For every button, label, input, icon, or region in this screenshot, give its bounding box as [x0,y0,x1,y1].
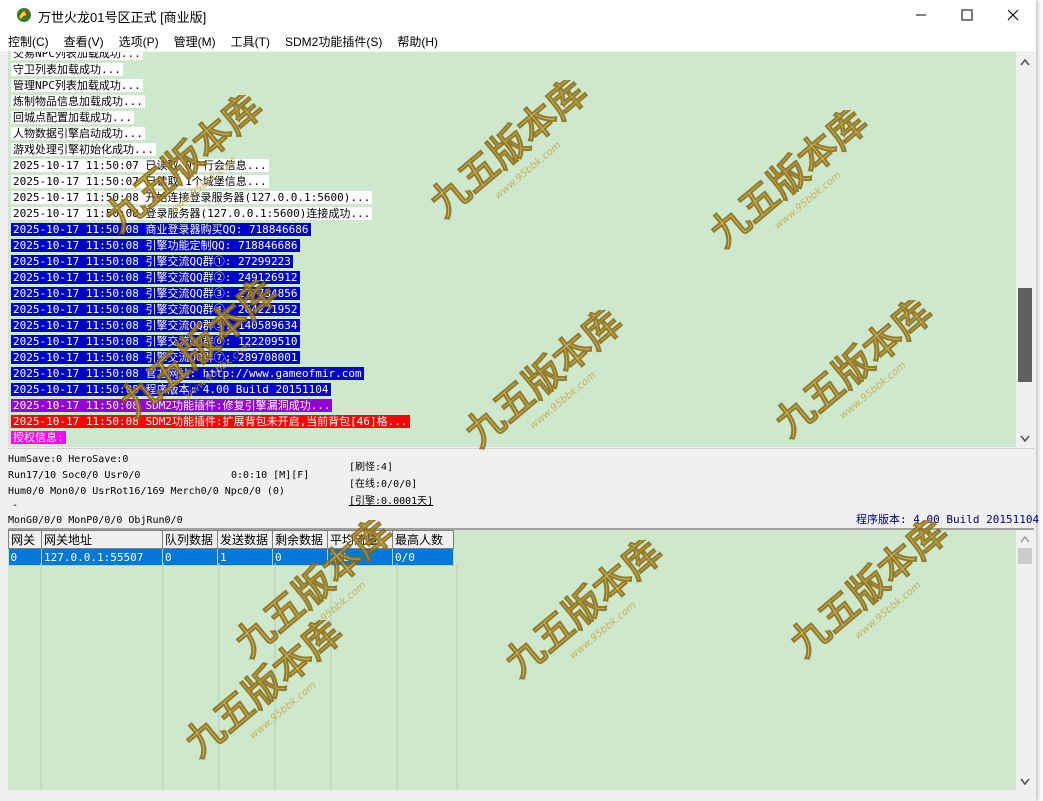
menu-options[interactable]: 选项(P) [111,30,166,51]
status-refresh: [刷怪:4] [349,462,394,473]
menu-view[interactable]: 查看(V) [56,30,111,51]
watermark-logo: 九五版本库 www.95bbk.com [170,609,370,775]
col-gate[interactable]: 网关 [8,530,42,549]
svg-text:九五版本库: 九五版本库 [177,620,351,765]
watermark-logo: 九五版本库 www.95bbk.com [105,269,305,435]
scroll-up-icon[interactable] [1020,58,1030,66]
title-bar: 万世火龙01号区正式 [商业版] [0,0,1036,30]
window-title: 万世火龙01号区正式 [商业版] [38,10,207,25]
watermark-logo: 九五版本库 www.95bbk.com [490,529,690,695]
menu-tools[interactable]: 工具(T) [223,30,277,51]
svg-text:九五版本库: 九五版本库 [782,520,956,665]
status-mon-counters: MonG0/0/0 MonP0/0/0 ObjRun0/0 [8,515,183,526]
log-scrollbar[interactable] [1016,52,1034,447]
minimize-icon [916,14,926,16]
watermark-logo: 九五版本库 www.95bbk.com [760,289,960,455]
status-timer: 0:0:10 [M][F] [231,470,310,481]
svg-text:九五版本库: 九五版本库 [497,540,671,685]
grid-scroll-thumb[interactable] [1018,548,1032,564]
log-line: 交易NPC列表加载成功... [11,52,410,62]
menu-sdm2-plugin[interactable]: SDM2功能插件(S) [277,30,389,51]
watermark-logo: 九五版本库 www.95bbk.com [450,299,650,465]
watermark-logo: 九五版本库 www.95bbk.com [695,99,895,265]
maximize-button[interactable] [944,0,990,30]
bottom-bar [8,790,1034,801]
svg-text:九五版本库: 九五版本库 [767,300,941,445]
log-line-text: 交易NPC列表加载成功... [11,52,143,60]
status-save-counters: HumSave:0 HeroSave:0 [8,454,129,465]
log-line-text: 管理NPC列表加载成功... [11,79,143,92]
watermark-logo: 九五版本库 www.95bbk.com [415,69,615,235]
status-run-counters: Run17/10 Soc0/0 Usr0/0 [8,470,141,481]
minimize-button[interactable] [898,0,944,30]
server-window: 万世火龙01号区正式 [商业版] 控制(C) 查看(V) 选项(P) 管理(M)… [0,0,1039,801]
col-gate-address[interactable]: 网关地址 [41,530,163,549]
scroll-down-icon[interactable] [1020,435,1030,443]
svg-text:九五版本库: 九五版本库 [112,280,286,425]
log-line-text: 授权信息: [11,431,66,444]
log-scroll-thumb[interactable] [1018,288,1032,382]
menu-control[interactable]: 控制(C) [0,30,56,51]
scroll-down-icon[interactable] [1020,778,1030,786]
svg-text:九五版本库: 九五版本库 [97,95,271,240]
status-hum-counters: Hum0/0 Mon0/0 UsrRot16/169 Merch0/0 Npc0… [8,486,285,497]
svg-text:九五版本库: 九五版本库 [457,310,631,455]
log-line: 守卫列表加载成功... [11,62,410,78]
log-line: 管理NPC列表加载成功... [11,78,410,94]
dragon-app-icon [17,8,31,22]
log-line: 2025-10-17 11:50:08 引擎交流QQ群①: 27299223 [11,254,410,270]
maximize-icon [961,9,973,21]
status-engine: [引擎:0.0001天] [349,496,434,507]
close-button[interactable] [990,0,1036,30]
svg-text:九五版本库: 九五版本库 [422,80,596,225]
menu-help[interactable]: 帮助(H) [389,30,445,51]
log-line-text: 守卫列表加载成功... [11,63,123,76]
watermark-logo: 九五版本库 www.95bbk.com [90,84,290,250]
col-queue-data[interactable]: 队列数据 [162,530,218,549]
menu-manage[interactable]: 管理(M) [166,30,223,51]
grid-scrollbar[interactable] [1016,530,1034,790]
log-line-text: 2025-10-17 11:50:08 引擎交流QQ群①: 27299223 [11,255,293,268]
scroll-up-icon[interactable] [1020,535,1030,543]
watermark-logo: 九五版本库 www.95bbk.com [775,509,975,675]
close-icon [1007,9,1019,21]
svg-text:九五版本库: 九五版本库 [702,110,876,255]
status-separator: - [12,500,19,511]
status-online: [在线:0/0/0] [349,479,418,490]
menu-bar: 控制(C) 查看(V) 选项(P) 管理(M) 工具(T) SDM2功能插件(S… [0,30,1036,51]
